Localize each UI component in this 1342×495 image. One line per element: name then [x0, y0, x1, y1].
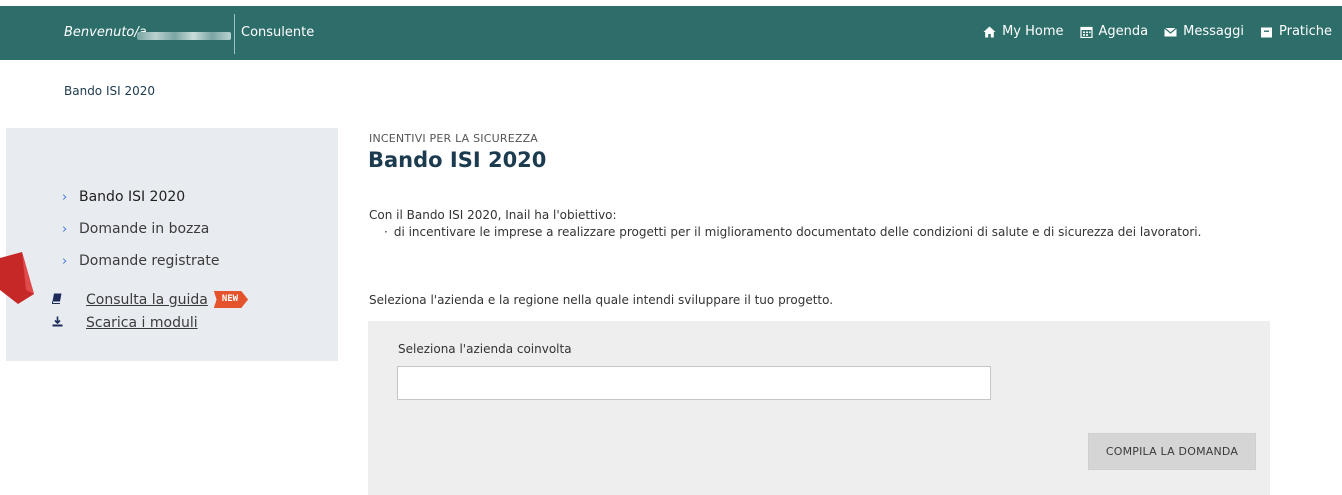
nav-pratiche[interactable]: Pratiche: [1260, 24, 1332, 39]
chevron-right-icon: ›: [62, 253, 68, 269]
header-divider: [234, 14, 235, 54]
company-field-label: Seleziona l'azienda coinvolta: [398, 342, 572, 356]
nav-label: Pratiche: [1278, 24, 1332, 39]
scarica-i-moduli-link[interactable]: Scarica i moduli: [86, 315, 198, 331]
sidebar-item-domande-registrate[interactable]: › Domande registrate: [62, 245, 219, 277]
company-selection-panel: Seleziona l'azienda coinvolta COMPILA LA…: [368, 321, 1270, 495]
breadcrumb[interactable]: Bando ISI 2020: [64, 84, 155, 98]
nav-my-home[interactable]: My Home: [983, 24, 1064, 39]
company-input[interactable]: [397, 366, 991, 400]
section-kicker: INCENTIVI PER LA SICUREZZA: [369, 132, 539, 145]
top-header-bar: Benvenuto/a Consulente My Home Agenda Me…: [0, 6, 1342, 60]
objective-text: di incentivare le imprese a realizzare p…: [393, 225, 1202, 239]
calendar-icon: [1079, 26, 1093, 38]
download-icon: [52, 316, 86, 330]
folder-icon: [1260, 26, 1273, 38]
user-role: Consulente: [241, 25, 315, 40]
nav-label: Agenda: [1098, 24, 1149, 39]
sidebar-item-label: Domande in bozza: [79, 221, 210, 237]
bullet-dot: ·: [384, 225, 388, 239]
nav-agenda[interactable]: Agenda: [1079, 24, 1149, 39]
sidebar: › Bando ISI 2020 › Domande in bozza › Do…: [6, 128, 338, 361]
instruction-text: Seleziona l'azienda e la regione nella q…: [369, 293, 834, 307]
red-pointer-arrow: [0, 252, 34, 304]
sidebar-item-label: Domande registrate: [79, 253, 220, 269]
sidebar-links: Consulta la guida NEW Scarica i moduli: [52, 288, 249, 334]
consulta-la-guida-link[interactable]: Consulta la guida: [86, 292, 208, 308]
nav-label: My Home: [1002, 24, 1064, 39]
sidebar-nav: › Bando ISI 2020 › Domande in bozza › Do…: [62, 181, 219, 277]
compila-la-domanda-button[interactable]: COMPILA LA DOMANDA: [1088, 433, 1256, 470]
chevron-right-icon: ›: [62, 189, 68, 205]
top-navigation: My Home Agenda Messaggi Pratiche: [983, 24, 1332, 39]
new-badge: NEW: [213, 291, 249, 308]
redacted-user-name: [137, 32, 231, 40]
objective-bullet: · di incentivare le imprese a realizzare …: [384, 225, 1201, 239]
book-icon: [52, 293, 86, 307]
chevron-right-icon: ›: [62, 221, 68, 237]
intro-text: Con il Bando ISI 2020, Inail ha l'obiett…: [369, 208, 617, 222]
guide-link-row: Consulta la guida NEW: [52, 288, 249, 311]
page-title: Bando ISI 2020: [368, 148, 547, 172]
home-icon: [983, 26, 996, 38]
modules-link-row: Scarica i moduli: [52, 311, 248, 334]
sidebar-item-bando-isi-2020[interactable]: › Bando ISI 2020: [62, 181, 219, 213]
welcome-text: Benvenuto/a: [64, 25, 147, 40]
sidebar-item-label: Bando ISI 2020: [79, 189, 186, 205]
envelope-icon: [1164, 26, 1178, 38]
nav-messaggi[interactable]: Messaggi: [1164, 24, 1244, 39]
nav-label: Messaggi: [1183, 24, 1244, 39]
sidebar-item-domande-in-bozza[interactable]: › Domande in bozza: [62, 213, 219, 245]
